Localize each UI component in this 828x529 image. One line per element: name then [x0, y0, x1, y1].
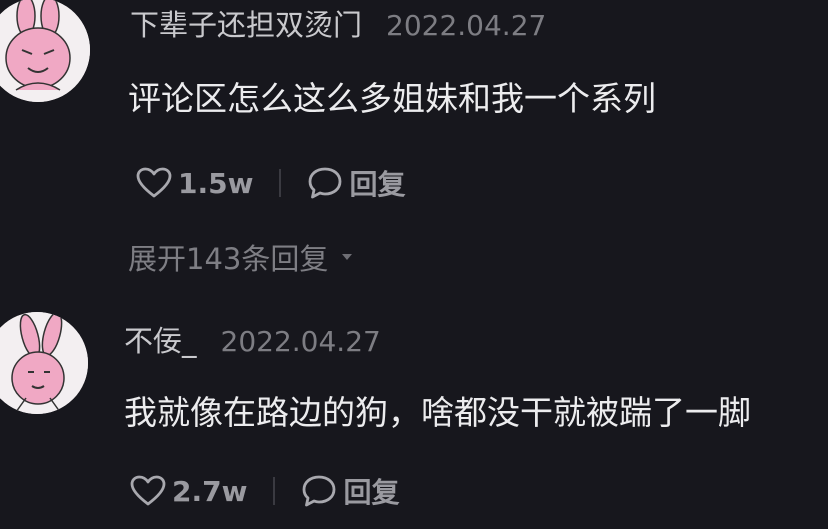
comment-actions: 2.7w 回复 [130, 471, 399, 511]
avatar[interactable] [0, 0, 90, 102]
like-button[interactable]: 1.5w [136, 167, 253, 200]
comment-meta: 下辈子还担双烫门 2022.04.27 [130, 2, 546, 44]
avatar[interactable] [0, 312, 88, 414]
pink-rabbit-avatar-icon [0, 0, 90, 102]
action-divider [273, 477, 276, 505]
comment-date: 2022.04.27 [220, 325, 381, 358]
comment-date: 2022.04.27 [386, 9, 547, 42]
username[interactable]: 下辈子还担双烫门 [130, 2, 362, 44]
comment-meta: 不佞_ 2022.04.27 [124, 318, 381, 360]
reply-label: 回复 [349, 168, 406, 201]
speech-bubble-icon [303, 475, 336, 507]
comment-text[interactable]: 评论区怎么这么多姐妹和我一个系列 [128, 72, 656, 120]
like-count: 1.5w [178, 166, 254, 200]
caret-down-icon [342, 254, 353, 260]
comment-text[interactable]: 我就像在路边的狗，啥都没干就被踹了一脚 [124, 386, 751, 434]
heart-outline-icon [136, 167, 172, 198]
like-count: 2.7w [172, 474, 248, 508]
speech-bubble-icon [309, 167, 342, 199]
username[interactable]: 不佞_ [124, 318, 197, 360]
like-button[interactable]: 2.7w [130, 475, 247, 508]
reply-label: 回复 [343, 476, 400, 509]
action-divider [279, 169, 282, 197]
comment-actions: 1.5w 回复 [136, 163, 405, 203]
pink-rabbit-avatar-icon [0, 312, 88, 414]
heart-outline-icon [130, 475, 166, 506]
expand-replies-label: 展开143条回复 [128, 242, 329, 276]
expand-replies-button[interactable]: 展开143条回复 [128, 236, 354, 278]
reply-button[interactable]: 回复 [307, 163, 405, 203]
reply-button[interactable]: 回复 [301, 471, 399, 511]
